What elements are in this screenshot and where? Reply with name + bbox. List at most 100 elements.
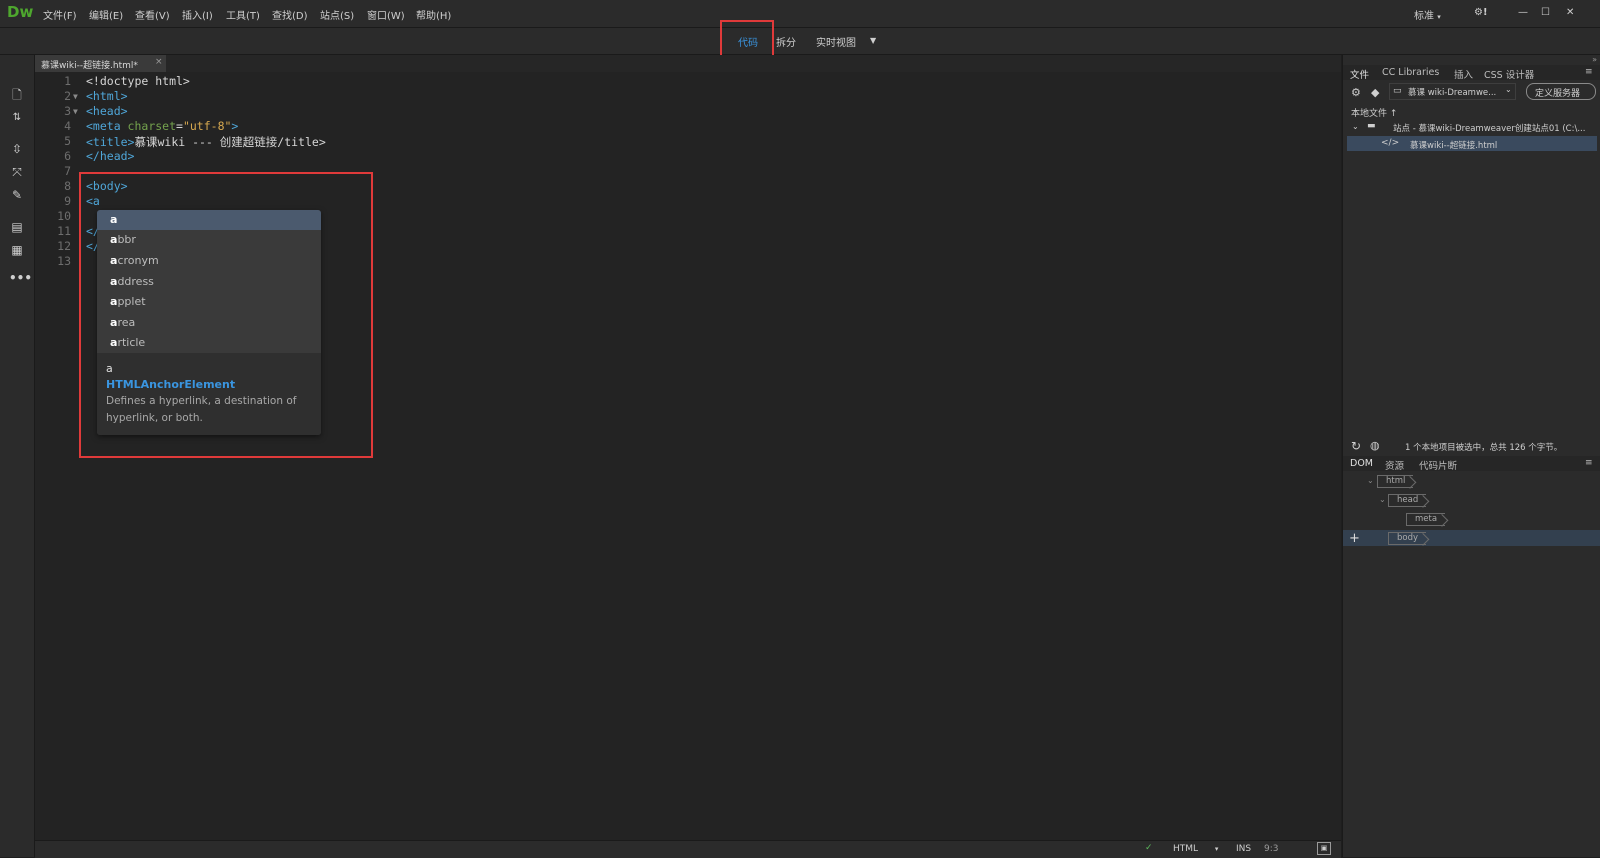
line-number: 11 (57, 224, 71, 238)
line-number: 5 (64, 134, 71, 148)
line-number: 10 (57, 209, 71, 223)
line-number: 8 (64, 179, 71, 193)
site-root[interactable]: 站点 - 慕课wiki-Dreamweaver创建站点01 (C:\... (1393, 122, 1585, 134)
menu-site[interactable]: 站点(S) (320, 7, 354, 22)
connect-icon[interactable]: ⚙ (1351, 86, 1361, 99)
maximize-button[interactable]: ☐ (1541, 7, 1550, 18)
local-files-header[interactable]: 本地文件 ↑ (1351, 106, 1397, 119)
tab-files[interactable]: 文件 (1350, 67, 1369, 81)
dom-row-selected[interactable] (1343, 530, 1600, 546)
panel-menu-icon[interactable]: ≡ (1585, 67, 1593, 77)
document-tab-label: 慕课wiki--超链接.html* (41, 61, 138, 71)
collapse-panel-icon[interactable]: » (1592, 55, 1597, 64)
workspace-label: 标准 (1414, 11, 1434, 22)
expand-icon[interactable]: ⇳ (9, 141, 25, 157)
line-number: 6 (64, 149, 71, 163)
site-select-value: 慕课 wiki-Dreamwe... (1408, 88, 1497, 98)
more-icon[interactable]: ••• (9, 270, 32, 286)
brush-icon[interactable]: ✎ (9, 187, 25, 203)
files-status: 1 个本地项目被选中，总共 126 个字节。 (1405, 443, 1563, 453)
line-number: 2 (64, 89, 71, 103)
add-element-icon[interactable]: + (1349, 531, 1360, 546)
select-tag-icon[interactable]: ⤧ (9, 164, 25, 180)
line-number: 7 (64, 164, 71, 178)
dom-tabbar (1343, 456, 1600, 471)
menu-find[interactable]: 查找(D) (272, 7, 308, 22)
close-window-button[interactable]: ✕ (1566, 7, 1574, 18)
tab-snippets[interactable]: 代码片断 (1419, 458, 1457, 472)
line-number: 4 (64, 119, 71, 133)
dom-node-meta[interactable]: meta (1406, 513, 1446, 526)
tab-css-designer[interactable]: CSS 设计器 (1484, 67, 1534, 81)
file-name: 慕课wiki--超链接.html (1410, 141, 1498, 151)
define-server-label: 定义服务器 (1535, 89, 1581, 99)
tab-dom[interactable]: DOM (1350, 458, 1373, 469)
site-select[interactable]: ▭ 慕课 wiki-Dreamwe... ⌄ (1389, 83, 1516, 100)
line-number: 3 (64, 104, 71, 118)
sort-icon[interactable]: ⇅ (9, 110, 25, 126)
folder-icon: ▬ (1367, 121, 1376, 131)
chevron-down-icon: ⌄ (1505, 85, 1512, 94)
menu-window[interactable]: 窗口(W) (367, 7, 405, 22)
chevron-down-icon[interactable]: ⌄ (1352, 122, 1359, 131)
menu-tools[interactable]: 工具(T) (226, 7, 260, 22)
git-icon[interactable]: ◆ (1371, 86, 1379, 99)
refresh-icon[interactable]: ↻ (1351, 439, 1361, 453)
chevron-down-icon: ▾ (1214, 845, 1219, 853)
highlight-box-hint (79, 172, 373, 458)
dreamweaver-logo: Dw (7, 3, 34, 21)
file-icon[interactable]: 🗋 (9, 87, 25, 103)
menu-file[interactable]: 文件(F) (43, 7, 77, 22)
right-panel: » 文件 CC Libraries 插入 CSS 设计器 ≡ ⚙ ◆ ▭ 慕课 … (1342, 55, 1600, 857)
menu-edit[interactable]: 编辑(E) (89, 7, 123, 22)
fold-toggle-icon[interactable]: ▼ (73, 92, 78, 101)
code-line-3: <head> (86, 104, 128, 118)
language-label: HTML (1173, 844, 1199, 854)
preview-icon[interactable]: ▣ (1317, 842, 1331, 855)
workspace-switcher[interactable]: 标准 ▾ (1414, 7, 1441, 22)
live-view-dropdown-icon[interactable]: ▼ (870, 36, 876, 45)
split-view-button[interactable]: 拆分 (776, 34, 796, 49)
tab-close-icon[interactable]: × (155, 57, 163, 67)
folder-icon: ▭ (1393, 86, 1402, 96)
tab-cc-libraries[interactable]: CC Libraries (1382, 67, 1439, 78)
cursor-position: 9:3 (1264, 844, 1279, 854)
live-view-button[interactable]: 实时视图 (816, 34, 856, 49)
chevron-down-icon[interactable]: ⌄ (1367, 476, 1374, 485)
line-number: 9 (64, 194, 71, 208)
settings-icon[interactable]: ⚙! (1474, 7, 1488, 18)
code-line-5: <title>慕课wiki --- 创建超链接/title> (86, 135, 326, 149)
line-number: 13 (57, 254, 71, 268)
status-bar: ✓ HTML ▾ INS 9:3 ▣ (35, 840, 1341, 858)
left-toolbar: 🗋 ⇅ ⇳ ⤧ ✎ ▤ ▦ ••• (0, 55, 35, 857)
fold-toggle-icon[interactable]: ▼ (73, 107, 78, 116)
comment-icon[interactable]: ▤ (9, 219, 25, 235)
language-select[interactable]: HTML ▾ (1173, 844, 1218, 854)
chevron-down-icon[interactable]: ⌄ (1379, 495, 1386, 504)
html-file-icon: </> (1381, 138, 1400, 148)
file-row-selected[interactable]: </> 慕课wiki--超链接.html (1347, 136, 1597, 151)
minimize-button[interactable]: — (1518, 7, 1528, 18)
check-icon: ✓ (1145, 843, 1153, 853)
menu-insert[interactable]: 插入(I) (182, 7, 213, 22)
globe-icon[interactable]: ◍ (1370, 439, 1380, 452)
define-server-button[interactable]: 定义服务器 (1526, 83, 1596, 100)
code-line-2: <html> (86, 89, 128, 103)
format-icon[interactable]: ▦ (9, 242, 25, 258)
menu-view[interactable]: 查看(V) (135, 7, 170, 22)
insert-mode[interactable]: INS (1236, 844, 1251, 854)
dom-node-head[interactable]: head (1388, 494, 1427, 507)
dom-node-body[interactable]: body (1388, 532, 1427, 545)
menu-bar: Dw 文件(F) 编辑(E) 查看(V) 插入(I) 工具(T) 查找(D) 站… (0, 0, 1600, 28)
tab-assets[interactable]: 资源 (1385, 458, 1404, 472)
code-line-1: <!doctype html> (86, 74, 190, 88)
panel-menu-icon[interactable]: ≡ (1585, 458, 1593, 468)
line-number: 1 (64, 74, 71, 88)
tab-insert[interactable]: 插入 (1454, 67, 1473, 81)
dom-node-html[interactable]: html (1377, 475, 1414, 488)
menu-help[interactable]: 帮助(H) (416, 7, 451, 22)
chevron-down-icon: ▾ (1437, 13, 1441, 21)
code-line-6: </head> (86, 149, 135, 163)
document-tab-strip (35, 55, 1341, 72)
document-tab[interactable]: 慕课wiki--超链接.html* × (35, 55, 166, 72)
